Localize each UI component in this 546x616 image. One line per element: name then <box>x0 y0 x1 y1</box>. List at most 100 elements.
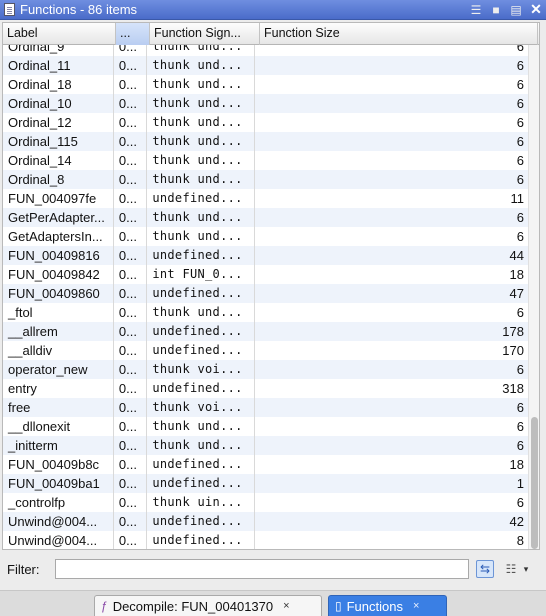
cell-label: Ordinal_8 <box>3 170 114 189</box>
cell-location: 0... <box>114 208 148 227</box>
table-row[interactable]: FUN_00409ba1 0... undefined... 1 <box>3 474 528 493</box>
table-row[interactable]: free 0... thunk voi... 6 <box>3 398 528 417</box>
cell-size: 18 <box>509 267 524 282</box>
cell-label: Ordinal_18 <box>3 75 114 94</box>
table-row[interactable]: Ordinal_12 0... thunk und... 6 <box>3 113 528 132</box>
save-icon[interactable]: ■ <box>486 1 506 19</box>
export-icon[interactable]: ▤ <box>506 1 526 19</box>
table-row[interactable]: Ordinal_9 0... thunk und... 6 <box>3 45 528 56</box>
column-header-label[interactable]: Label <box>3 23 116 45</box>
table-row[interactable]: Unwind@004... 0... undefined... 42 <box>3 512 528 531</box>
cell-label: FUN_00409b8c <box>3 455 114 474</box>
tab-close-button[interactable]: × <box>413 600 419 612</box>
table-row[interactable]: Ordinal_18 0... thunk und... 6 <box>3 75 528 94</box>
table-row[interactable]: _controlfp 0... thunk uin... 6 <box>3 493 528 512</box>
cell-size: 6 <box>516 45 524 54</box>
cell-size: 11 <box>510 191 525 206</box>
cell-size: 44 <box>509 248 524 263</box>
cell-label: Unwind@004... <box>3 531 114 549</box>
table-row[interactable]: _ftol 0... thunk und... 6 <box>3 303 528 322</box>
table-row[interactable]: __alldiv 0... undefined... 170 <box>3 341 528 360</box>
cell-label: _controlfp <box>3 493 114 512</box>
cell-location: 0... <box>114 189 148 208</box>
cell-label: FUN_004097fe <box>3 189 114 208</box>
cell-size: 18 <box>509 457 524 472</box>
cell-signature: undefined... <box>147 379 256 398</box>
table-row[interactable]: Ordinal_11 0... thunk und... 6 <box>3 56 528 75</box>
table-row[interactable]: __allrem 0... undefined... 178 <box>3 322 528 341</box>
cell-location: 0... <box>114 284 148 303</box>
table-row[interactable]: __dllonexit 0... thunk und... 6 <box>3 417 528 436</box>
cell-signature: undefined... <box>147 512 256 531</box>
cell-label: Unwind@004... <box>3 512 114 531</box>
cell-location: 0... <box>114 303 148 322</box>
tab-bar: ƒ Decompile: FUN_00401370 × ▯ Functions … <box>0 590 546 616</box>
table-row[interactable]: Ordinal_14 0... thunk und... 6 <box>3 151 528 170</box>
cell-location: 0... <box>114 512 148 531</box>
list-icon[interactable]: ☰ <box>466 1 486 19</box>
tab-functions[interactable]: ▯ Functions × <box>328 595 447 616</box>
cell-label: _ftol <box>3 303 114 322</box>
cell-size: 318 <box>502 381 524 396</box>
table-row[interactable]: _initterm 0... thunk und... 6 <box>3 436 528 455</box>
table-row[interactable]: entry 0... undefined... 318 <box>3 379 528 398</box>
cell-size: 6 <box>516 362 524 377</box>
table-header: Label ... Function Sign... Function Size <box>3 23 539 45</box>
column-header-location[interactable]: ... <box>116 23 150 45</box>
table-row[interactable]: Ordinal_8 0... thunk und... 6 <box>3 170 528 189</box>
cell-location: 0... <box>114 341 148 360</box>
table-row[interactable]: FUN_00409860 0... undefined... 47 <box>3 284 528 303</box>
table-row[interactable]: FUN_00409816 0... undefined... 44 <box>3 246 528 265</box>
cell-location: 0... <box>114 455 148 474</box>
table-row[interactable]: Ordinal_10 0... thunk und... 6 <box>3 94 528 113</box>
decompile-icon: ƒ <box>101 599 108 613</box>
tab-decompile[interactable]: ƒ Decompile: FUN_00401370 × <box>94 595 322 616</box>
table-row[interactable]: GetPerAdapter... 0... thunk und... 6 <box>3 208 528 227</box>
cell-size: 6 <box>516 438 524 453</box>
table-row[interactable]: Ordinal_115 0... thunk und... 6 <box>3 132 528 151</box>
cell-label: entry <box>3 379 114 398</box>
cell-label: Ordinal_12 <box>3 113 114 132</box>
table-row[interactable]: FUN_00409b8c 0... undefined... 18 <box>3 455 528 474</box>
cell-signature: thunk und... <box>147 436 256 455</box>
cell-location: 0... <box>114 170 148 189</box>
cell-location: 0... <box>114 56 148 75</box>
cell-signature: thunk und... <box>147 227 256 246</box>
cell-signature: thunk und... <box>147 208 256 227</box>
cell-signature: thunk und... <box>147 75 256 94</box>
tab-close-button[interactable]: × <box>283 600 289 612</box>
filter-input[interactable] <box>55 559 469 579</box>
cell-signature: thunk und... <box>147 417 256 436</box>
vertical-scrollbar[interactable] <box>528 45 539 549</box>
table-row[interactable]: FUN_004097fe 0... undefined... 11 <box>3 189 528 208</box>
cell-location: 0... <box>114 398 148 417</box>
table-row[interactable]: GetAdaptersIn... 0... thunk und... 6 <box>3 227 528 246</box>
column-header-size[interactable]: Function Size <box>260 23 538 45</box>
cell-size: 6 <box>516 400 524 415</box>
cell-location: 0... <box>114 246 148 265</box>
cell-signature: undefined... <box>147 474 256 493</box>
cell-size: 47 <box>509 286 524 301</box>
table-row[interactable]: operator_new 0... thunk voi... 6 <box>3 360 528 379</box>
table-row[interactable]: FUN_00409842 0... int FUN_0... 18 <box>3 265 528 284</box>
cell-signature: undefined... <box>147 455 256 474</box>
cell-label: Ordinal_11 <box>3 56 114 75</box>
cell-location: 0... <box>114 360 148 379</box>
chevron-down-icon[interactable]: ▾ <box>522 560 530 578</box>
table-row[interactable]: Unwind@004... 0... undefined... 8 <box>3 531 528 549</box>
cell-label: __alldiv <box>3 341 114 360</box>
cell-signature: int FUN_0... <box>147 265 256 284</box>
settings-icon[interactable]: ☷ <box>502 560 520 578</box>
cell-size: 8 <box>516 533 524 548</box>
cell-location: 0... <box>114 113 148 132</box>
cell-label: _initterm <box>3 436 114 455</box>
cell-label: __dllonexit <box>3 417 114 436</box>
column-header-signature[interactable]: Function Sign... <box>150 23 260 45</box>
cell-signature: thunk voi... <box>147 360 256 379</box>
cell-label: FUN_00409860 <box>3 284 114 303</box>
window-title: Functions - 86 items <box>20 2 138 17</box>
close-button[interactable]: ✕ <box>526 1 546 19</box>
filter-options-icon[interactable]: ⇆ <box>476 560 494 578</box>
scrollbar-thumb[interactable] <box>531 417 538 549</box>
cell-label: FUN_00409842 <box>3 265 114 284</box>
